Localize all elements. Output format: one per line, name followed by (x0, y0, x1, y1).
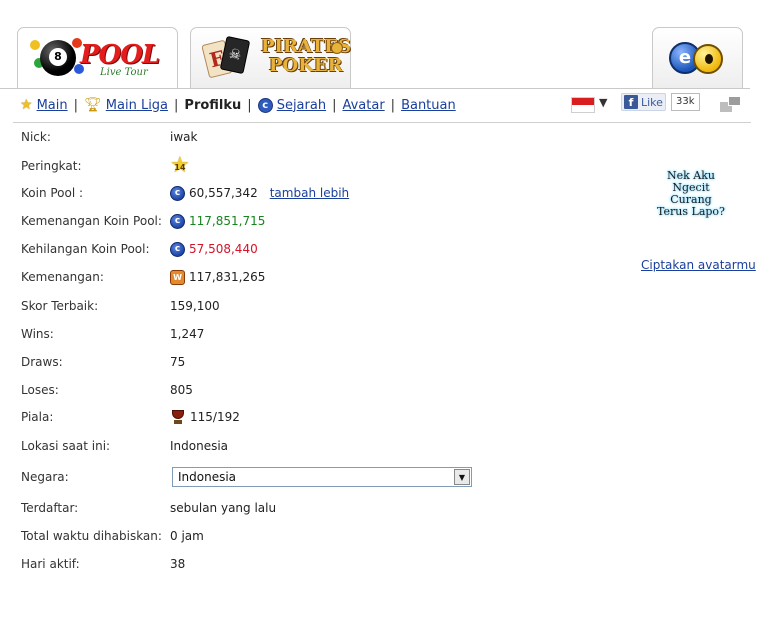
chevron-down-icon[interactable]: ▼ (454, 469, 470, 485)
registered-value: sebulan yang lalu (170, 501, 277, 515)
nav-sejarah[interactable]: Sejarah (277, 98, 326, 113)
nav-main-liga[interactable]: Main Liga (106, 98, 168, 113)
location-value: Indonesia (170, 439, 229, 453)
create-avatar-link[interactable]: Ciptakan avatarmu (641, 258, 756, 272)
star-icon: ★ (20, 97, 33, 113)
nav-separator: | (390, 97, 396, 113)
nav-separator: | (174, 97, 179, 113)
field-label: Draws: (21, 355, 63, 369)
trophy-icon (170, 409, 186, 425)
playing-cards-icon: F ☠ (201, 35, 253, 80)
field-label: Lokasi saat ini: (21, 439, 111, 453)
pool-logo-text: POOL (80, 40, 160, 70)
tab-pirates-poker[interactable]: F ☠ PIRATES POKER (190, 27, 351, 88)
language-dropdown-icon[interactable]: ▼ (599, 96, 607, 109)
trophy-icon: 🏆︎ (84, 97, 102, 113)
field-label: Negara: (21, 470, 69, 484)
tab-pool-live-tour[interactable]: 8 POOL Live Tour (17, 27, 178, 89)
coins-lost-value: 57,508,440 (189, 242, 258, 256)
pool-logo-subtext: Live Tour (100, 67, 148, 78)
field-label: Kemenangan Koin Pool: (21, 214, 162, 228)
facebook-icon: f (624, 95, 638, 109)
gold-coin-icon (331, 42, 343, 54)
active-days-value: 38 (170, 557, 186, 571)
coins-won-value: 117,851,715 (189, 214, 266, 228)
rank-star-icon: ★ 14 (170, 152, 190, 178)
nav-profilku[interactable]: Profilku (184, 98, 241, 113)
nav-avatar[interactable]: Avatar (342, 98, 384, 113)
profile-row-draws: Draws: 75 (21, 353, 185, 371)
pool-live-tour-logo: 8 POOL Live Tour (28, 34, 168, 84)
country-selected-value: Indonesia (178, 470, 237, 484)
profile-row-rank: Peringkat: ★ 14 (21, 152, 190, 178)
winnings-value: 117,831,265 (189, 270, 266, 284)
facebook-like-button[interactable]: f Like (621, 93, 666, 111)
field-label: Koin Pool : (21, 186, 84, 200)
best-score-value: 159,100 (170, 299, 220, 313)
nav-separator: | (73, 97, 78, 113)
field-label: Kehilangan Koin Pool: (21, 242, 150, 256)
loses-value: 805 (170, 383, 193, 397)
field-label: Nick: (21, 130, 51, 144)
coin-icon: c (257, 97, 273, 113)
profile-row-coins-won: Kemenangan Koin Pool: c 117,851,715 (21, 212, 265, 230)
profile-row-coins-lost: Kehilangan Koin Pool: c 57,508,440 (21, 240, 258, 258)
nav-main[interactable]: Main (37, 98, 68, 113)
nav-separator: | (332, 97, 337, 113)
avatar-image: Nek Aku Ngecit Curang Terus Lapo? (657, 169, 725, 218)
field-label: Peringkat: (21, 159, 82, 173)
profile-row-coins: Koin Pool : c 60,557,342 tambah lebih (21, 184, 349, 202)
pool-coin-icon: c (170, 185, 185, 201)
time-spent-value: 0 jam (170, 529, 204, 543)
pool-coin-icon: c (170, 241, 185, 257)
profile-row-loses: Loses: 805 (21, 381, 193, 399)
window-resize-icon[interactable] (720, 96, 742, 112)
rank-value: 14 (174, 162, 186, 172)
nav-divider (13, 122, 751, 123)
eight-ball-icon: 8 (40, 40, 76, 76)
profile-row-country: Negara: (21, 468, 170, 486)
field-label: Skor Terbaik: (21, 299, 99, 313)
profile-row-trophies: Piala: 115/192 (21, 408, 240, 426)
winnings-medal-icon: W (170, 269, 185, 285)
profile-row-nick: Nick: iwak (21, 128, 197, 146)
like-label: Like (641, 95, 663, 109)
profile-row-time-spent: Total waktu dihabiskan: 0 jam (21, 527, 204, 545)
add-coins-link[interactable]: tambah lebih (270, 186, 349, 200)
profile-row-registered: Terdaftar: sebulan yang lalu (21, 499, 276, 517)
nav-bantuan[interactable]: Bantuan (401, 98, 456, 113)
field-label: Hari aktif: (21, 557, 80, 571)
field-label: Kemenangan: (21, 270, 104, 284)
country-select[interactable]: Indonesia ▼ (172, 467, 472, 487)
wins-value: 1,247 (170, 327, 205, 341)
nav-separator: | (247, 97, 252, 113)
draws-value: 75 (170, 355, 186, 369)
profile-row-location: Lokasi saat ini: Indonesia (21, 437, 228, 455)
main-navigation: ★ Main | 🏆︎ Main Liga | Profilku | c Sej… (20, 96, 456, 114)
like-count: 33k (671, 93, 700, 111)
profile-row-active-days: Hari aktif: 38 (21, 555, 185, 573)
field-label: Terdaftar: (21, 501, 79, 515)
field-label: Wins: (21, 327, 54, 341)
tab-eo[interactable]: e (652, 27, 743, 88)
nick-value: iwak (170, 130, 198, 144)
field-label: Total waktu dihabiskan: (21, 529, 162, 543)
field-label: Loses: (21, 383, 59, 397)
field-label: Piala: (21, 410, 54, 424)
profile-row-wins: Wins: 1,247 (21, 325, 204, 343)
coins-value: 60,557,342 (189, 186, 258, 200)
eo-logo-icon: e (669, 40, 727, 76)
trophies-value: 115/192 (190, 410, 240, 424)
tab-divider (0, 88, 750, 89)
indonesia-flag-icon[interactable] (571, 97, 595, 113)
profile-row-best-score: Skor Terbaik: 159,100 (21, 297, 220, 315)
profile-row-winnings: Kemenangan: W 117,831,265 (21, 268, 265, 286)
pool-coin-icon: c (170, 213, 185, 229)
